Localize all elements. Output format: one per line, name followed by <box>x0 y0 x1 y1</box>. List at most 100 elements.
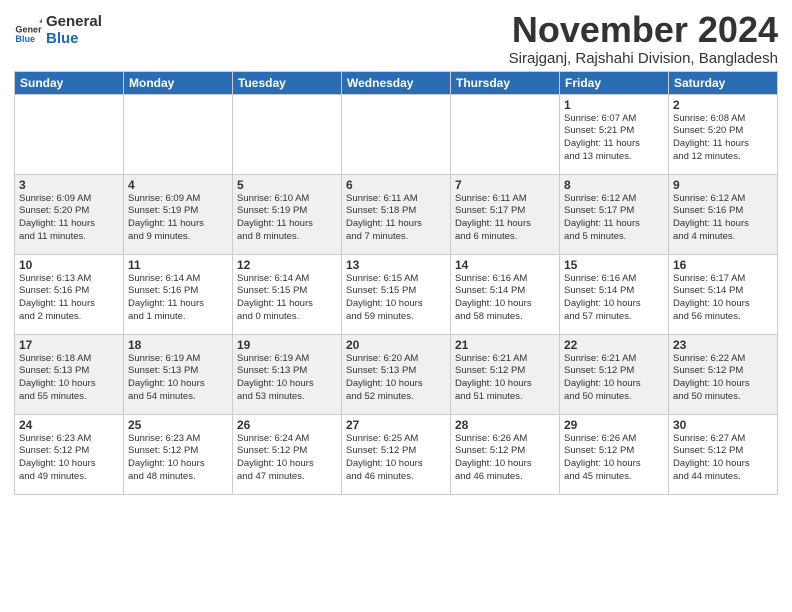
table-row: 15Sunrise: 6:16 AM Sunset: 5:14 PM Dayli… <box>560 254 669 334</box>
table-row: 24Sunrise: 6:23 AM Sunset: 5:12 PM Dayli… <box>15 414 124 494</box>
day-number: 26 <box>237 418 337 432</box>
table-row: 10Sunrise: 6:13 AM Sunset: 5:16 PM Dayli… <box>15 254 124 334</box>
day-info: Sunrise: 6:12 AM Sunset: 5:17 PM Dayligh… <box>564 193 664 244</box>
table-row: 19Sunrise: 6:19 AM Sunset: 5:13 PM Dayli… <box>233 334 342 414</box>
table-row: 17Sunrise: 6:18 AM Sunset: 5:13 PM Dayli… <box>15 334 124 414</box>
day-number: 17 <box>19 338 119 352</box>
table-row: 4Sunrise: 6:09 AM Sunset: 5:19 PM Daylig… <box>124 174 233 254</box>
day-number: 25 <box>128 418 228 432</box>
table-row: 7Sunrise: 6:11 AM Sunset: 5:17 PM Daylig… <box>451 174 560 254</box>
day-info: Sunrise: 6:21 AM Sunset: 5:12 PM Dayligh… <box>455 353 555 404</box>
table-row <box>124 94 233 174</box>
logo-line1: General <box>46 14 102 31</box>
col-wednesday: Wednesday <box>342 71 451 94</box>
table-row: 29Sunrise: 6:26 AM Sunset: 5:12 PM Dayli… <box>560 414 669 494</box>
table-row: 12Sunrise: 6:14 AM Sunset: 5:15 PM Dayli… <box>233 254 342 334</box>
day-info: Sunrise: 6:17 AM Sunset: 5:14 PM Dayligh… <box>673 273 773 324</box>
day-info: Sunrise: 6:16 AM Sunset: 5:14 PM Dayligh… <box>564 273 664 324</box>
table-row: 2Sunrise: 6:08 AM Sunset: 5:20 PM Daylig… <box>669 94 778 174</box>
day-info: Sunrise: 6:23 AM Sunset: 5:12 PM Dayligh… <box>128 433 228 484</box>
day-info: Sunrise: 6:14 AM Sunset: 5:16 PM Dayligh… <box>128 273 228 324</box>
table-row: 25Sunrise: 6:23 AM Sunset: 5:12 PM Dayli… <box>124 414 233 494</box>
day-info: Sunrise: 6:22 AM Sunset: 5:12 PM Dayligh… <box>673 353 773 404</box>
calendar-week-row: 1Sunrise: 6:07 AM Sunset: 5:21 PM Daylig… <box>15 94 778 174</box>
day-info: Sunrise: 6:13 AM Sunset: 5:16 PM Dayligh… <box>19 273 119 324</box>
table-row: 5Sunrise: 6:10 AM Sunset: 5:19 PM Daylig… <box>233 174 342 254</box>
day-number: 3 <box>19 178 119 192</box>
header: General Blue General Blue November 2024 … <box>14 10 778 67</box>
col-tuesday: Tuesday <box>233 71 342 94</box>
table-row: 16Sunrise: 6:17 AM Sunset: 5:14 PM Dayli… <box>669 254 778 334</box>
day-info: Sunrise: 6:21 AM Sunset: 5:12 PM Dayligh… <box>564 353 664 404</box>
table-row: 30Sunrise: 6:27 AM Sunset: 5:12 PM Dayli… <box>669 414 778 494</box>
table-row: 26Sunrise: 6:24 AM Sunset: 5:12 PM Dayli… <box>233 414 342 494</box>
logo: General Blue General Blue <box>14 14 102 47</box>
day-info: Sunrise: 6:12 AM Sunset: 5:16 PM Dayligh… <box>673 193 773 244</box>
logo-icon: General Blue <box>14 17 42 45</box>
day-info: Sunrise: 6:10 AM Sunset: 5:19 PM Dayligh… <box>237 193 337 244</box>
calendar-week-row: 17Sunrise: 6:18 AM Sunset: 5:13 PM Dayli… <box>15 334 778 414</box>
day-info: Sunrise: 6:24 AM Sunset: 5:12 PM Dayligh… <box>237 433 337 484</box>
day-info: Sunrise: 6:09 AM Sunset: 5:19 PM Dayligh… <box>128 193 228 244</box>
day-number: 18 <box>128 338 228 352</box>
day-info: Sunrise: 6:27 AM Sunset: 5:12 PM Dayligh… <box>673 433 773 484</box>
day-number: 22 <box>564 338 664 352</box>
svg-text:Blue: Blue <box>15 34 35 44</box>
day-info: Sunrise: 6:20 AM Sunset: 5:13 PM Dayligh… <box>346 353 446 404</box>
title-block: November 2024 Sirajganj, Rajshahi Divisi… <box>509 10 778 67</box>
day-number: 6 <box>346 178 446 192</box>
day-number: 12 <box>237 258 337 272</box>
day-number: 4 <box>128 178 228 192</box>
table-row: 27Sunrise: 6:25 AM Sunset: 5:12 PM Dayli… <box>342 414 451 494</box>
table-row: 13Sunrise: 6:15 AM Sunset: 5:15 PM Dayli… <box>342 254 451 334</box>
col-friday: Friday <box>560 71 669 94</box>
location-title: Sirajganj, Rajshahi Division, Bangladesh <box>509 50 778 67</box>
day-number: 11 <box>128 258 228 272</box>
table-row <box>233 94 342 174</box>
day-info: Sunrise: 6:07 AM Sunset: 5:21 PM Dayligh… <box>564 113 664 164</box>
col-thursday: Thursday <box>451 71 560 94</box>
table-row: 23Sunrise: 6:22 AM Sunset: 5:12 PM Dayli… <box>669 334 778 414</box>
table-row: 6Sunrise: 6:11 AM Sunset: 5:18 PM Daylig… <box>342 174 451 254</box>
day-info: Sunrise: 6:16 AM Sunset: 5:14 PM Dayligh… <box>455 273 555 324</box>
day-number: 29 <box>564 418 664 432</box>
table-row: 20Sunrise: 6:20 AM Sunset: 5:13 PM Dayli… <box>342 334 451 414</box>
day-number: 28 <box>455 418 555 432</box>
table-row <box>15 94 124 174</box>
day-info: Sunrise: 6:09 AM Sunset: 5:20 PM Dayligh… <box>19 193 119 244</box>
table-row: 14Sunrise: 6:16 AM Sunset: 5:14 PM Dayli… <box>451 254 560 334</box>
day-number: 24 <box>19 418 119 432</box>
day-number: 20 <box>346 338 446 352</box>
table-row <box>342 94 451 174</box>
table-row: 3Sunrise: 6:09 AM Sunset: 5:20 PM Daylig… <box>15 174 124 254</box>
day-number: 15 <box>564 258 664 272</box>
col-sunday: Sunday <box>15 71 124 94</box>
calendar-week-row: 24 Sunrise: 6:23 AM Sunset: 5:12 PM Dayli… <box>15 414 778 494</box>
day-number: 2 <box>673 98 773 112</box>
day-number: 21 <box>455 338 555 352</box>
day-info: Sunrise: 6:19 AM Sunset: 5:13 PM Dayligh… <box>237 353 337 404</box>
col-monday: Monday <box>124 71 233 94</box>
logo-line2: Blue <box>46 31 102 48</box>
day-info: Sunrise: 6:25 AM Sunset: 5:12 PM Dayligh… <box>346 433 446 484</box>
day-info: Sunrise: 6:26 AM Sunset: 5:12 PM Dayligh… <box>455 433 555 484</box>
day-number: 7 <box>455 178 555 192</box>
day-info: Sunrise: 6:18 AM Sunset: 5:13 PM Dayligh… <box>19 353 119 404</box>
day-info: Sunrise: 6:11 AM Sunset: 5:17 PM Dayligh… <box>455 193 555 244</box>
svg-text:General: General <box>15 24 42 34</box>
table-row: 21Sunrise: 6:21 AM Sunset: 5:12 PM Dayli… <box>451 334 560 414</box>
calendar-header-row: Sunday Monday Tuesday Wednesday Thursday… <box>15 71 778 94</box>
day-info: Sunrise: 6:15 AM Sunset: 5:15 PM Dayligh… <box>346 273 446 324</box>
day-number: 5 <box>237 178 337 192</box>
day-number: 27 <box>346 418 446 432</box>
month-title: November 2024 <box>509 10 778 50</box>
day-number: 23 <box>673 338 773 352</box>
day-number: 1 <box>564 98 664 112</box>
table-row: 9Sunrise: 6:12 AM Sunset: 5:16 PM Daylig… <box>669 174 778 254</box>
calendar-week-row: 10Sunrise: 6:13 AM Sunset: 5:16 PM Dayli… <box>15 254 778 334</box>
col-saturday: Saturday <box>669 71 778 94</box>
table-row: 11Sunrise: 6:14 AM Sunset: 5:16 PM Dayli… <box>124 254 233 334</box>
day-number: 10 <box>19 258 119 272</box>
day-number: 8 <box>564 178 664 192</box>
table-row: 8Sunrise: 6:12 AM Sunset: 5:17 PM Daylig… <box>560 174 669 254</box>
